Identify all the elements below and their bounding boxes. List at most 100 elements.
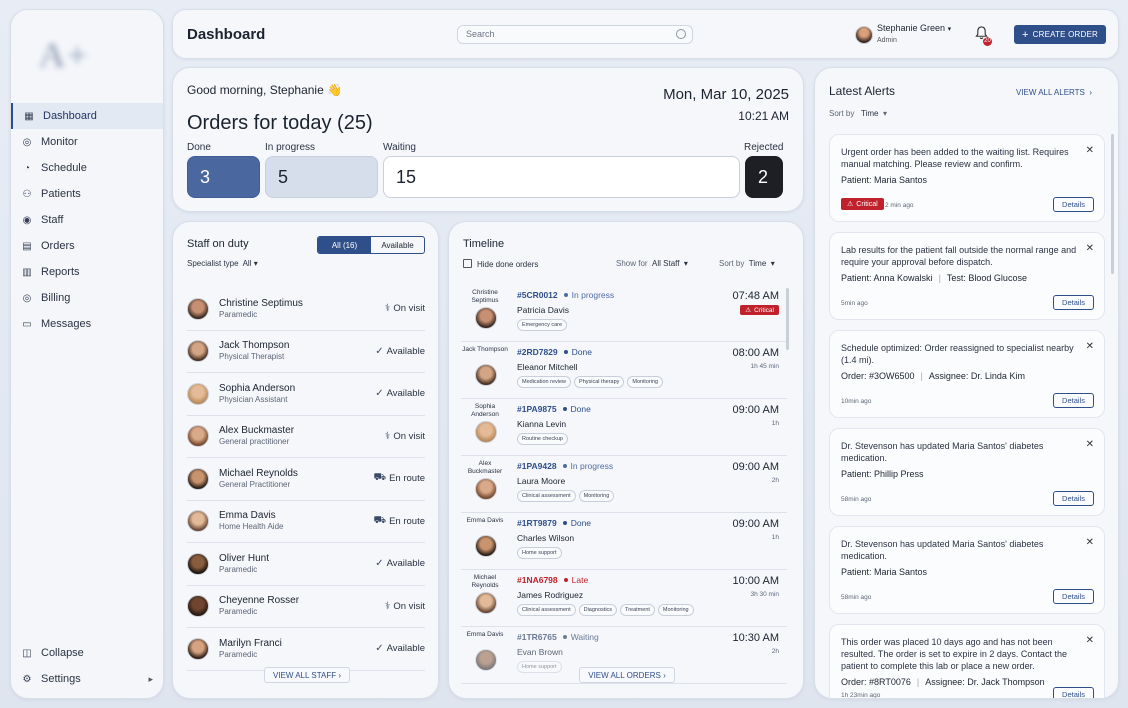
details-button[interactable]: Details: [1053, 491, 1094, 506]
staff-role: Paramedic: [219, 607, 258, 617]
details-button[interactable]: Details: [1053, 393, 1094, 408]
close-icon[interactable]: ✕: [1086, 145, 1094, 156]
hide-done-checkbox[interactable]: Hide done orders: [463, 259, 538, 269]
view-all-staff-button[interactable]: VIEW ALL STAFF ›: [264, 667, 350, 683]
timeline-row[interactable]: Emma Davis #1RT9879 Done Charles Wilson H…: [461, 513, 787, 570]
alerts-sort[interactable]: Sort by Time ▾: [829, 109, 887, 118]
sidebar-item-reports[interactable]: ▥ Reports: [11, 259, 163, 285]
order-id[interactable]: #5CR0012: [517, 290, 558, 300]
staff-row[interactable]: Oliver Hunt Paramedic ✓ Available: [187, 543, 425, 586]
view-all-orders-button[interactable]: VIEW ALL ORDERS ›: [579, 667, 675, 683]
timeline-row[interactable]: Alex Buckmaster #1PA9428 In progress Laur…: [461, 456, 787, 513]
order-staff: Emma Davis: [466, 517, 504, 524]
staff-row[interactable]: Michael Reynolds General Practitioner ⛟ En…: [187, 458, 425, 501]
order-time: 08:00 AM: [732, 347, 779, 359]
details-button[interactable]: Details: [1053, 687, 1094, 698]
sidebar-item-messages[interactable]: ▭ Messages: [11, 311, 163, 337]
timeline-scrollbar[interactable]: [786, 288, 789, 350]
close-icon[interactable]: ✕: [1086, 635, 1094, 646]
close-icon[interactable]: ✕: [1086, 341, 1094, 352]
staff-row[interactable]: Christine Septimus Paramedic ⚕ On visit: [187, 288, 425, 331]
order-id[interactable]: #1PA9428: [517, 461, 557, 471]
staff-row[interactable]: Jack Thompson Physical Therapist ✓ Availab…: [187, 331, 425, 373]
avatar: [475, 421, 497, 443]
status-label: En route: [389, 473, 425, 485]
stat-rejected[interactable]: 2: [745, 156, 783, 198]
collapse-button[interactable]: ◫ Collapse: [11, 640, 163, 666]
sidebar-item-staff[interactable]: ◉ Staff: [11, 207, 163, 233]
order-status-label: Waiting: [570, 632, 599, 642]
order-id-line: #1PA9875 Done: [517, 404, 591, 414]
staff-row[interactable]: Alex Buckmaster General practitioner ⚕ On …: [187, 416, 425, 458]
staff-row[interactable]: Marilyn Franci Paramedic ✓ Available: [187, 628, 425, 671]
timeline-row[interactable]: Michael Reynolds #1NA6798 Late James Rodr…: [461, 570, 787, 627]
staff-role: Paramedic: [219, 564, 258, 574]
filter-value: All: [242, 259, 252, 268]
sidebar-item-orders[interactable]: ▤ Orders: [11, 233, 163, 259]
staff-status: ✓ Available: [375, 643, 425, 654]
order-id[interactable]: #1RT9879: [517, 518, 557, 528]
settings-button[interactable]: ⚙ Settings ▸: [11, 666, 163, 692]
order-id[interactable]: #2RD7829: [517, 347, 558, 357]
stat-waiting[interactable]: 15: [383, 156, 740, 198]
close-icon[interactable]: ✕: [1086, 439, 1094, 450]
alerts-scrollbar[interactable]: [1111, 134, 1114, 274]
staff-row[interactable]: Sophia Anderson Physician Assistant ✓ Avai…: [187, 373, 425, 416]
alert-card: Dr. Stevenson has updated Maria Santos' …: [829, 526, 1105, 614]
close-icon[interactable]: ✕: [1086, 243, 1094, 254]
stat-waiting-label: Waiting: [383, 142, 416, 153]
timeline-title: Timeline: [463, 238, 505, 250]
order-status-label: Done: [570, 404, 591, 414]
details-button[interactable]: Details: [1053, 197, 1094, 212]
staff-info: Alex Buckmaster General practitioner: [219, 425, 294, 447]
order-tag: Diagnostics: [578, 604, 618, 616]
timeline-row[interactable]: Jack Thompson #2RD7829 Done Eleanor Mitch…: [461, 342, 787, 399]
alert-meta-primary: Patient: Phillip Press: [841, 469, 924, 479]
order-id[interactable]: #1PA9875: [517, 404, 557, 414]
search-input[interactable]: Search: [457, 25, 693, 44]
toggle-all[interactable]: All (16): [318, 237, 371, 253]
avatar: [475, 592, 497, 614]
timeline-row[interactable]: Christine Septimus #5CR0012 In progress P…: [461, 285, 787, 342]
show-for-filter[interactable]: Show for All Staff ▾: [616, 259, 688, 268]
sidebar-item-monitor[interactable]: ◎ Monitor: [11, 129, 163, 155]
order-staff: Michael Reynolds: [471, 574, 499, 589]
view-all-orders-label: VIEW ALL ORDERS: [588, 670, 661, 680]
reports-icon: ▥: [22, 266, 32, 278]
staff-status: ⚕ On visit: [385, 303, 425, 314]
sidebar-item-dashboard[interactable]: ▦ Dashboard: [11, 103, 163, 129]
avatar: [475, 649, 497, 671]
order-tag: Monitoring: [657, 604, 694, 616]
stat-done[interactable]: 3: [187, 156, 260, 198]
view-all-alerts-label: VIEW ALL ALERTS: [1015, 87, 1085, 97]
sidebar-item-billing[interactable]: ◎ Billing: [11, 285, 163, 311]
order-status-label: Done: [570, 518, 592, 528]
close-icon[interactable]: ✕: [1086, 537, 1094, 548]
staff-row[interactable]: Cheyenne Rosser Paramedic ⚕ On visit: [187, 586, 425, 628]
stat-in-progress[interactable]: 5: [265, 156, 378, 198]
alert-text: Schedule optimized: Order reassigned to …: [841, 343, 1074, 365]
create-order-label: CREATE ORDER: [1032, 30, 1098, 39]
toggle-available[interactable]: Available: [371, 237, 424, 253]
alert-message: Schedule optimized: Order reassigned to …: [841, 342, 1081, 382]
view-all-alerts-link[interactable]: VIEW ALL ALERTS ›: [1011, 84, 1097, 100]
sidebar-item-schedule[interactable]: ◔ Schedule: [11, 155, 163, 181]
create-order-button[interactable]: + CREATE ORDER: [1014, 25, 1106, 44]
timeline-row[interactable]: Sophia Anderson #1PA9875 Done Kianna Levi…: [461, 399, 787, 456]
plus-icon: +: [1022, 28, 1029, 41]
order-id-line: #2RD7829 Done: [517, 347, 592, 357]
staff-row[interactable]: Emma Davis Home Health Aide ⛟ En route: [187, 501, 425, 543]
details-button[interactable]: Details: [1053, 295, 1094, 310]
timeline-sort[interactable]: Sort by Time ▾: [719, 259, 775, 268]
current-date: Mon, Mar 10, 2025: [663, 86, 789, 103]
current-time: 10:21 AM: [738, 109, 789, 123]
staff-info: Jack Thompson Physical Therapist: [219, 340, 289, 362]
order-id[interactable]: #1NA6798: [517, 575, 558, 585]
order-id[interactable]: #1TR6765: [517, 632, 557, 642]
status-icon: ✓: [375, 345, 384, 357]
specialist-filter[interactable]: Specialist type All ▾: [187, 259, 258, 268]
sidebar-item-patients[interactable]: ⚇ Patients: [11, 181, 163, 207]
alert-message: Dr. Stevenson has updated Maria Santos' …: [841, 440, 1081, 480]
user-menu[interactable]: Stephanie Green ▾ Admin: [855, 23, 951, 46]
details-button[interactable]: Details: [1053, 589, 1094, 604]
